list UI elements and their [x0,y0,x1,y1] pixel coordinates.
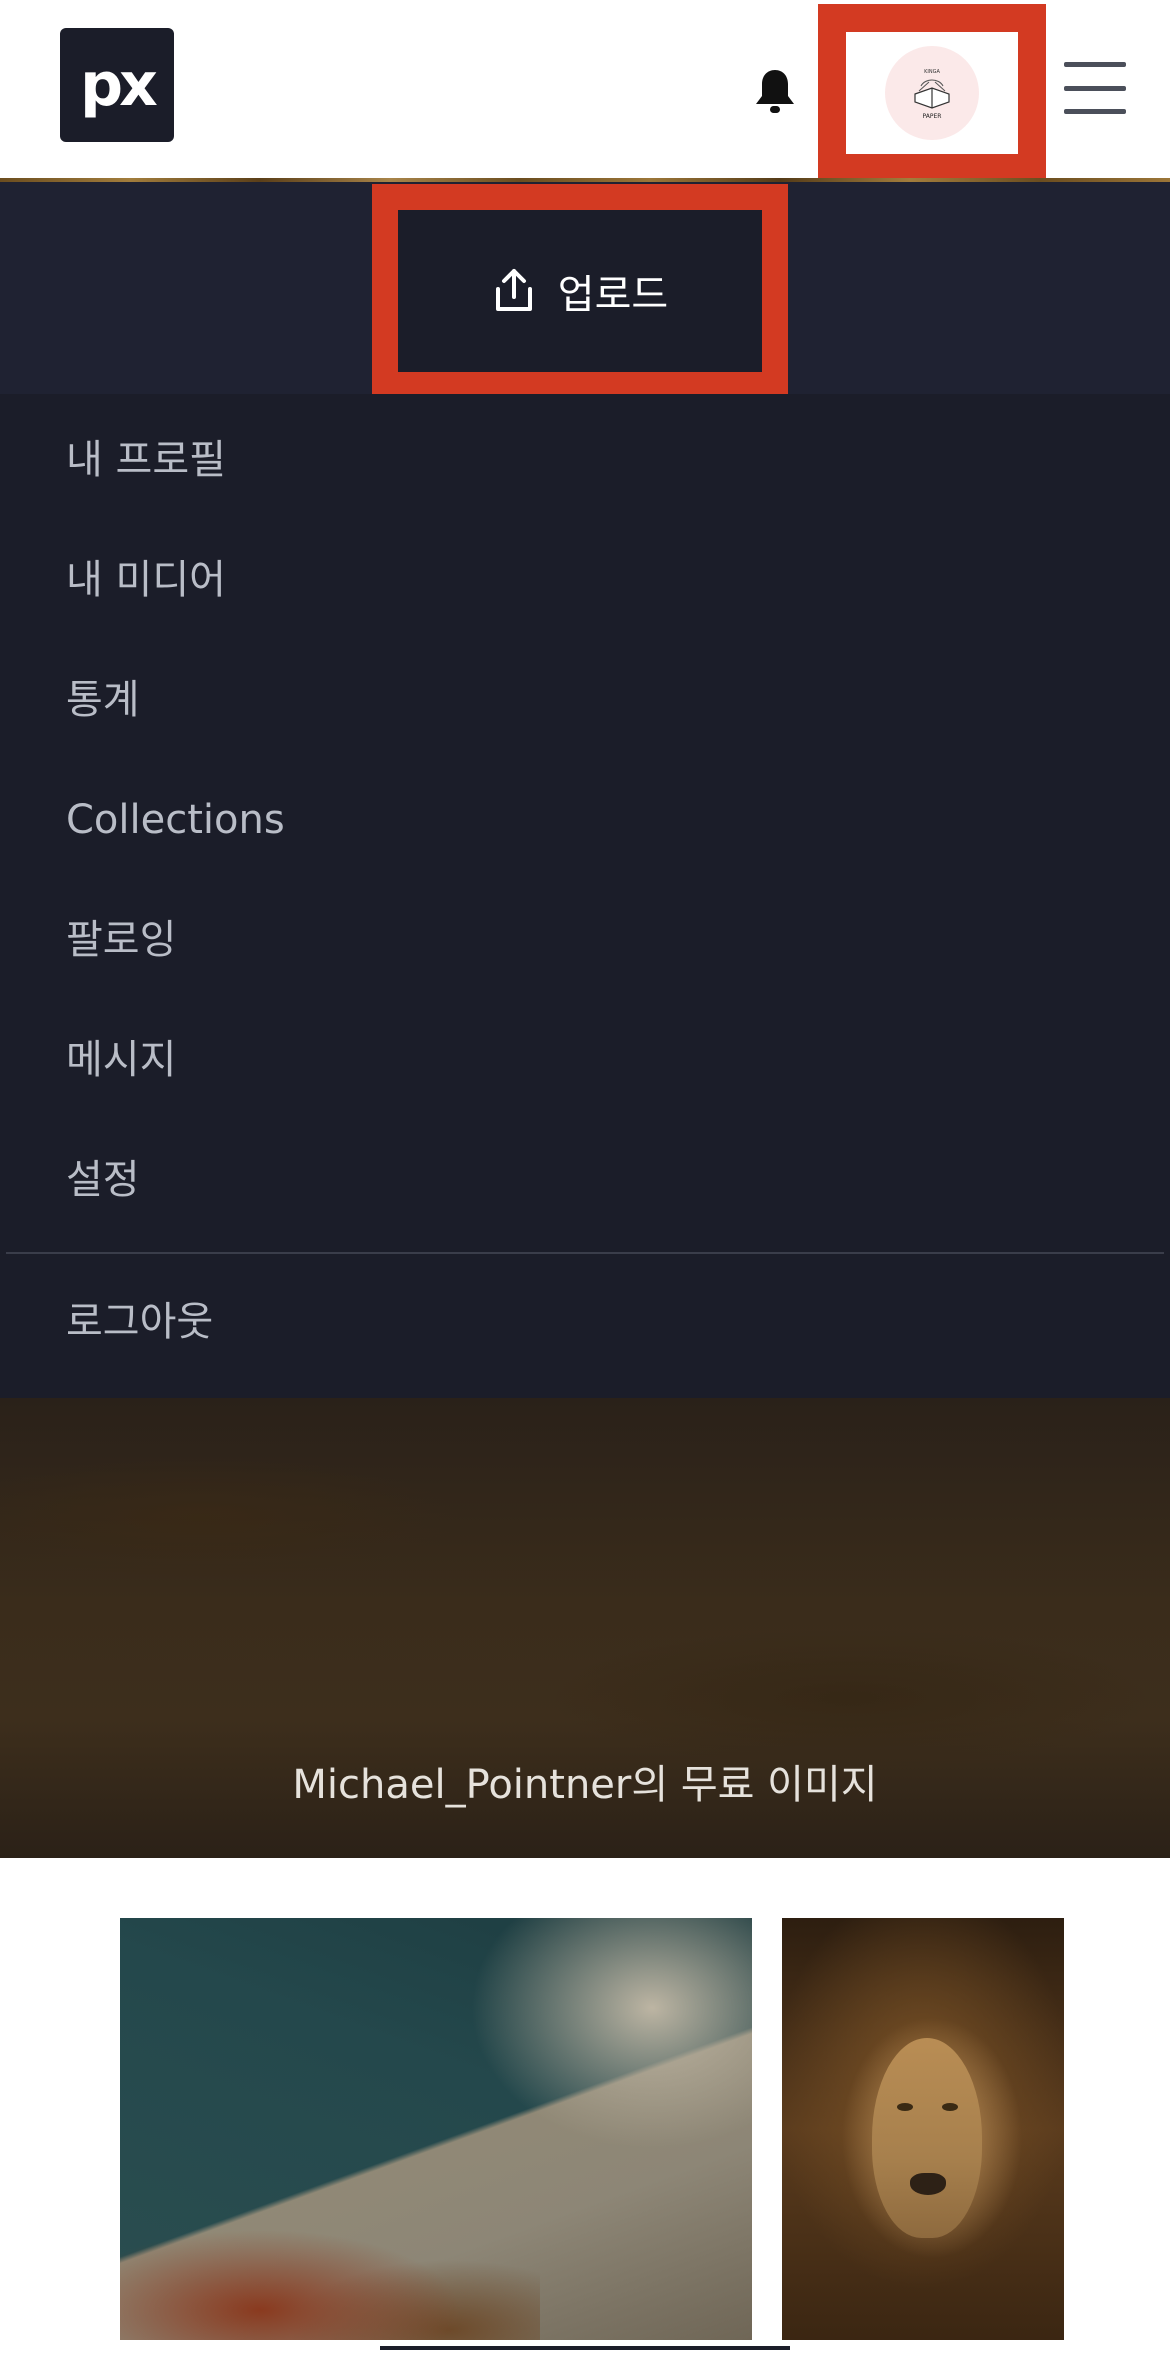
avatar: KINGA PAPER [885,46,979,140]
avatar-brand-bottom: PAPER [923,113,942,120]
thumbnail-coast[interactable] [120,1918,752,2340]
bell-icon[interactable] [750,66,800,118]
menu-item-following[interactable]: 팔로잉 [66,910,176,970]
menu-item-messages[interactable]: 메시지 [66,1030,176,1090]
menu-item-statistics[interactable]: 통계 [66,670,140,730]
avatar-book-icon: KINGA PAPER [914,69,950,120]
menu-item-logout[interactable]: 로그아웃 [66,1292,213,1352]
user-menu: 내 프로필 내 미디어 통계 Collections 팔로잉 메시지 설정 로그… [0,394,1170,1398]
avatar-button[interactable]: KINGA PAPER [818,4,1046,182]
upload-label: 업로드 [557,272,669,318]
scroll-indicator [380,2346,790,2350]
avatar-brand-top: KINGA [924,69,940,75]
thumbnail-lion[interactable] [782,1918,1064,2340]
menu-divider [6,1252,1164,1254]
pixabay-logo[interactable]: px [60,28,174,142]
top-header: px KINGA PAPER [0,0,1170,182]
menu-item-collections[interactable]: Collections [66,790,285,850]
menu-item-my-media[interactable]: 내 미디어 [66,550,226,610]
hamburger-icon[interactable] [1064,62,1126,114]
menu-item-my-profile[interactable]: 내 프로필 [66,430,226,490]
upload-button[interactable]: 업로드 [372,184,788,398]
upload-icon [495,269,532,311]
hero-caption[interactable]: Michael_Pointner의 무료 이미지 [0,1752,1170,1810]
menu-item-settings[interactable]: 설정 [66,1150,140,1210]
